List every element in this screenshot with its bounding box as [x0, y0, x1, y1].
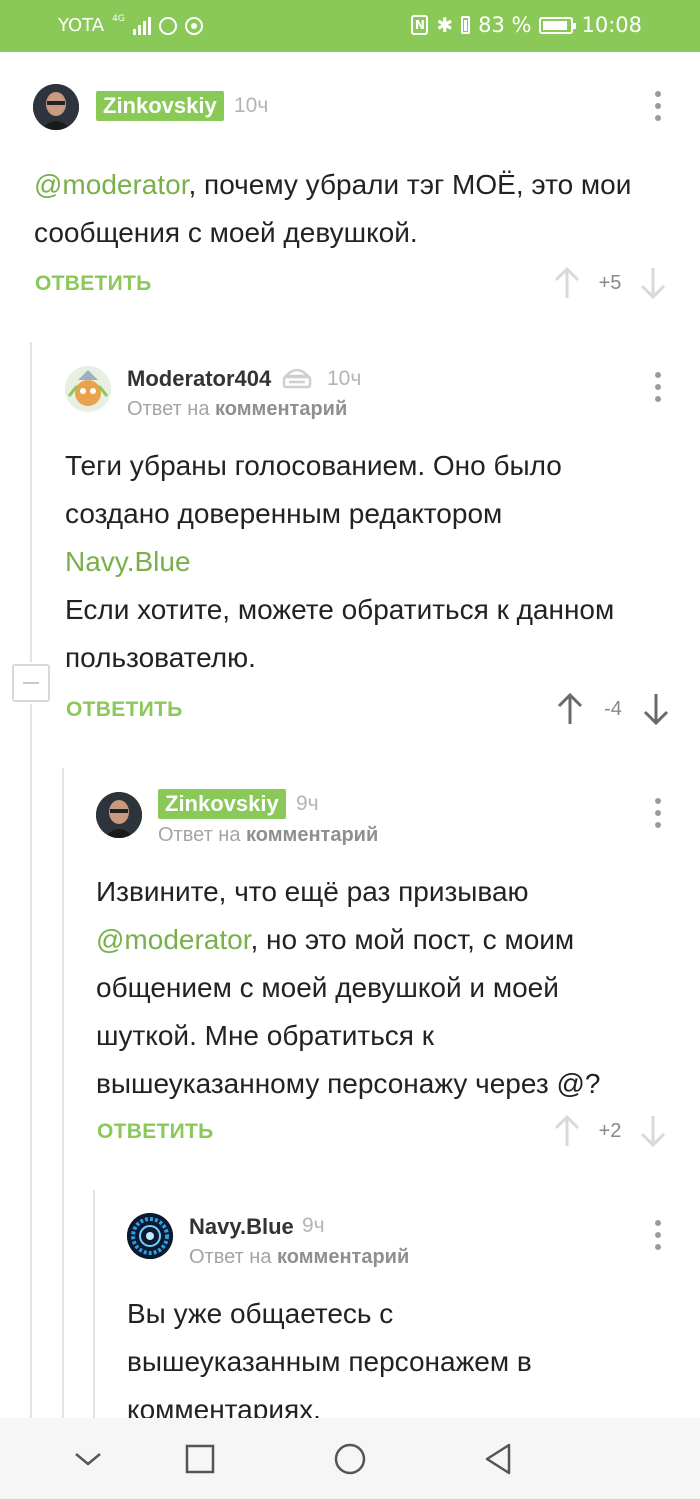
- more-options-icon[interactable]: [654, 798, 662, 828]
- author-name[interactable]: Moderator404: [127, 366, 271, 392]
- comment-time: 9ч: [296, 792, 319, 815]
- navigation-bar: [0, 1418, 700, 1499]
- author-name[interactable]: Navy.Blue: [189, 1214, 294, 1240]
- vote-controls: +5: [553, 266, 667, 300]
- mention-link[interactable]: Navy.Blue: [65, 538, 655, 586]
- reply-target-link[interactable]: комментарий: [246, 824, 378, 846]
- clock: 10:08: [581, 13, 642, 37]
- downvote-icon[interactable]: [642, 692, 670, 726]
- status-bar: YOTA 4G N ✱ 83 % 10:08: [0, 0, 700, 52]
- comment-text: Теги убраны голосованием. Оно было созда…: [65, 442, 655, 682]
- mention-link[interactable]: @moderator: [96, 924, 251, 955]
- comment-time: 9ч: [302, 1214, 325, 1237]
- comment-text-line: Теги убраны голосованием. Оно было созда…: [65, 450, 562, 529]
- comment-text: @moderator, почему убрали тэг МОЁ, это м…: [34, 161, 654, 257]
- more-options-icon[interactable]: [654, 91, 662, 121]
- recents-icon[interactable]: [177, 1436, 223, 1482]
- reply-to-line: Ответ на комментарий: [158, 824, 378, 847]
- author-name[interactable]: Zinkovskiy: [158, 789, 286, 819]
- signal-icon: [132, 16, 151, 35]
- comment-time: 10ч: [327, 367, 362, 390]
- more-options-icon[interactable]: [654, 1220, 662, 1250]
- network-type-label: 4G: [112, 14, 125, 24]
- bluetooth-icon: ✱: [436, 13, 454, 37]
- comment-text: Вы уже общаетесь с вышеуказанным персона…: [127, 1298, 532, 1425]
- battery-icon: [461, 16, 471, 34]
- avatar[interactable]: [96, 792, 142, 838]
- avatar[interactable]: [127, 1213, 173, 1259]
- thread-line: [30, 704, 32, 1418]
- reply-to-line: Ответ на комментарий: [127, 398, 347, 421]
- moderator-badge-icon: [282, 368, 312, 389]
- comment-text-line: Извините, что ещё раз призываю: [96, 876, 529, 907]
- comment-text-line: Если хотите, можете обратиться к данном …: [65, 594, 615, 673]
- upvote-icon[interactable]: [556, 692, 584, 726]
- vote-score: +2: [598, 1119, 622, 1142]
- back-icon[interactable]: [476, 1436, 522, 1482]
- battery-saver-icon: [539, 16, 577, 34]
- whatsapp-icon: [158, 16, 177, 35]
- reply-target-link[interactable]: комментарий: [215, 398, 347, 420]
- collapse-thread-button[interactable]: [12, 664, 50, 702]
- vote-controls: +2: [553, 1114, 667, 1148]
- battery-percent: 83 %: [478, 13, 532, 37]
- upvote-icon[interactable]: [553, 266, 581, 300]
- mention-link[interactable]: @moderator: [34, 169, 189, 200]
- comment-time: 10ч: [234, 94, 269, 117]
- avatar[interactable]: [65, 366, 111, 412]
- reply-button[interactable]: ОТВЕТИТЬ: [97, 1120, 214, 1144]
- reply-target-link[interactable]: комментарий: [277, 1246, 409, 1268]
- reply-prefix: Ответ на: [189, 1246, 272, 1268]
- collapse-icon[interactable]: [65, 1436, 111, 1482]
- nfc-icon: N: [411, 15, 429, 35]
- thread-line: [93, 1190, 95, 1418]
- downvote-icon[interactable]: [639, 1114, 667, 1148]
- reply-button[interactable]: ОТВЕТИТЬ: [66, 698, 183, 722]
- carrier-label: YOTA: [58, 15, 105, 36]
- avatar[interactable]: [33, 84, 79, 130]
- record-icon: [184, 16, 203, 35]
- comment-text: Извините, что ещё раз призываю @moderato…: [96, 868, 662, 1108]
- vote-score: -4: [604, 697, 622, 720]
- author-name[interactable]: Zinkovskiy: [96, 91, 224, 121]
- thread-line: [62, 768, 64, 1418]
- vote-score: +5: [598, 271, 622, 294]
- thread-line: [30, 342, 32, 662]
- status-left: YOTA 4G: [58, 15, 203, 36]
- status-right: N ✱ 83 % 10:08: [411, 13, 642, 37]
- more-options-icon[interactable]: [654, 372, 662, 402]
- reply-prefix: Ответ на: [127, 398, 210, 420]
- upvote-icon[interactable]: [553, 1114, 581, 1148]
- reply-to-line: Ответ на комментарий: [189, 1246, 409, 1269]
- vote-controls: -4: [556, 692, 670, 726]
- home-icon[interactable]: [327, 1436, 373, 1482]
- downvote-icon[interactable]: [639, 266, 667, 300]
- reply-prefix: Ответ на: [158, 824, 241, 846]
- reply-button[interactable]: ОТВЕТИТЬ: [35, 272, 152, 296]
